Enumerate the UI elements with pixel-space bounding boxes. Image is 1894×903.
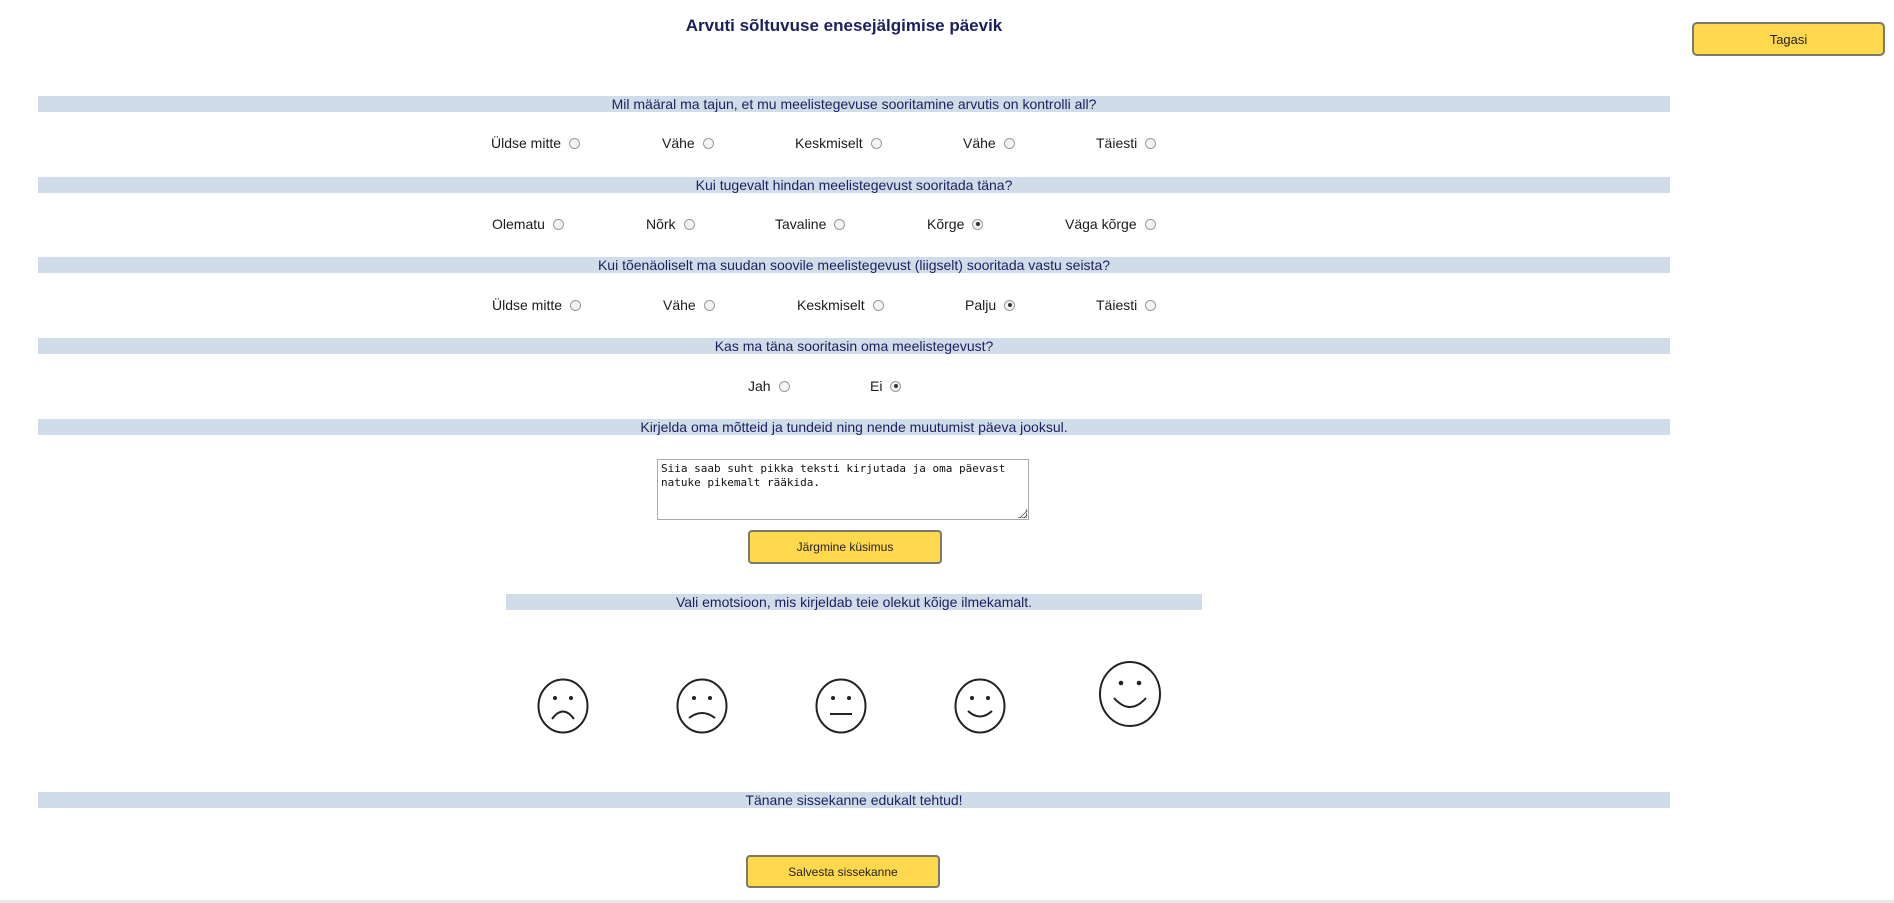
radio-button[interactable] — [872, 299, 884, 311]
status-message: Tänane sissekanne edukalt tehtud! — [38, 792, 1670, 808]
radio-button[interactable] — [683, 218, 695, 230]
q3-option-4[interactable]: Palju — [965, 296, 1016, 314]
q1-option-2[interactable]: Vähe — [662, 134, 714, 152]
radio-button[interactable] — [569, 137, 581, 149]
question-1-label: Mil määral ma tajun, et mu meelistegevus… — [38, 96, 1670, 112]
option-label: Vähe — [663, 297, 696, 313]
radio-button[interactable] — [890, 380, 902, 392]
option-label: Üldse mitte — [491, 135, 562, 151]
q1-option-5[interactable]: Täiesti — [1096, 134, 1157, 152]
question-2-label: Kui tugevalt hindan meelistegevust soori… — [38, 177, 1670, 193]
question-3-label: Kui tõenäoliselt ma suudan soovile meeli… — [38, 257, 1670, 273]
q2-option-1[interactable]: Olematu — [492, 215, 564, 233]
radio-button[interactable] — [1145, 137, 1157, 149]
smile-face-icon[interactable] — [954, 678, 1006, 734]
option-label: Keskmiselt — [797, 297, 865, 313]
radio-button[interactable] — [834, 218, 846, 230]
option-label: Vähe — [662, 135, 695, 151]
option-label: Kõrge — [927, 216, 965, 232]
option-label: Üldse mitte — [492, 297, 563, 313]
q2-option-4[interactable]: Kõrge — [927, 215, 984, 233]
resize-handle-icon[interactable] — [1018, 509, 1027, 518]
next-question-button[interactable]: Järgmine küsimus — [748, 530, 942, 564]
page-title: Arvuti sõltuvuse enesejälgimise päevik — [685, 16, 1003, 35]
very-sad-face-icon[interactable] — [537, 678, 589, 734]
save-entry-button[interactable]: Salvesta sissekanne — [746, 855, 940, 888]
notes-question-label: Kirjelda oma mõtteid ja tundeid ning nen… — [38, 419, 1670, 435]
back-button[interactable]: Tagasi — [1692, 22, 1885, 56]
option-label: Vähe — [963, 135, 996, 151]
radio-button[interactable] — [972, 218, 984, 230]
option-label: Palju — [965, 297, 997, 313]
q3-option-2[interactable]: Vähe — [663, 296, 715, 314]
option-label: Jah — [748, 378, 771, 394]
option-label: Tavaline — [775, 216, 827, 232]
happy-face-icon[interactable] — [1098, 660, 1162, 728]
radio-button[interactable] — [870, 137, 882, 149]
option-label: Täiesti — [1096, 135, 1138, 151]
q2-option-5[interactable]: Väga kõrge — [1065, 215, 1156, 233]
radio-button[interactable] — [1004, 299, 1016, 311]
option-label: Olematu — [492, 216, 545, 232]
emotion-question-label: Vali emotsioon, mis kirjeldab teie oleku… — [506, 594, 1202, 610]
radio-button[interactable] — [570, 299, 582, 311]
radio-button[interactable] — [552, 218, 564, 230]
q2-option-2[interactable]: Nõrk — [646, 215, 695, 233]
option-label: Täiesti — [1096, 297, 1138, 313]
q4-option-2[interactable]: Ei — [870, 377, 902, 395]
radio-button[interactable] — [1144, 218, 1156, 230]
radio-button[interactable] — [778, 380, 790, 392]
q1-option-3[interactable]: Keskmiselt — [795, 134, 882, 152]
notes-textarea[interactable]: Siia saab suht pikka teksti kirjutada ja… — [657, 459, 1029, 520]
radio-button[interactable] — [1145, 299, 1157, 311]
q1-option-4[interactable]: Vähe — [963, 134, 1015, 152]
q2-option-3[interactable]: Tavaline — [775, 215, 846, 233]
option-label: Ei — [870, 378, 883, 394]
q3-option-5[interactable]: Täiesti — [1096, 296, 1157, 314]
q3-option-3[interactable]: Keskmiselt — [797, 296, 884, 314]
option-label: Nõrk — [646, 216, 676, 232]
q1-option-1[interactable]: Üldse mitte — [491, 134, 581, 152]
q4-option-1[interactable]: Jah — [748, 377, 790, 395]
radio-button[interactable] — [702, 137, 714, 149]
radio-button[interactable] — [703, 299, 715, 311]
option-label: Väga kõrge — [1065, 216, 1137, 232]
option-label: Keskmiselt — [795, 135, 863, 151]
neutral-face-icon[interactable] — [815, 678, 867, 734]
radio-button[interactable] — [1003, 137, 1015, 149]
sad-face-icon[interactable] — [676, 678, 728, 734]
q3-option-1[interactable]: Üldse mitte — [492, 296, 582, 314]
question-4-label: Kas ma täna sooritasin oma meelistegevus… — [38, 338, 1670, 354]
notes-text: Siia saab suht pikka teksti kirjutada ja… — [661, 462, 1006, 489]
